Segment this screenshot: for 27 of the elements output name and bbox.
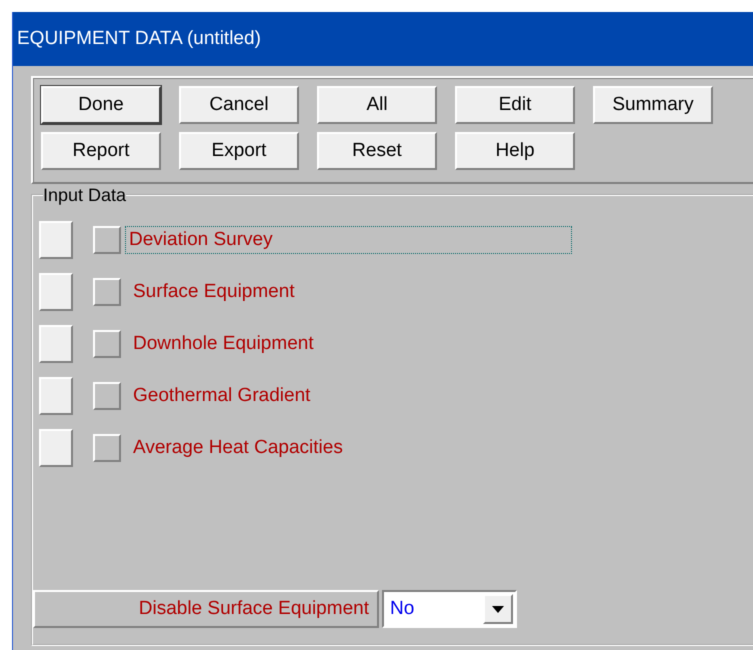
- checkbox[interactable]: [93, 330, 121, 358]
- field-label: Disable Surface Equipment: [33, 590, 379, 628]
- dialog-button[interactable]: Summary: [593, 86, 713, 124]
- input-link[interactable]: Deviation Survey: [125, 226, 572, 254]
- dialog-button[interactable]: Help: [455, 132, 575, 170]
- dialog-button[interactable]: Export: [179, 132, 299, 170]
- dialog-button[interactable]: Report: [41, 132, 161, 170]
- checkbox[interactable]: [93, 226, 121, 254]
- row-button[interactable]: [39, 221, 73, 259]
- dropdown[interactable]: No: [382, 590, 517, 628]
- checkbox[interactable]: [93, 278, 121, 306]
- dialog-button[interactable]: All: [317, 86, 437, 124]
- dialog-button[interactable]: Reset: [317, 132, 437, 170]
- checkbox[interactable]: [93, 382, 121, 410]
- input-link[interactable]: Downhole Equipment: [129, 330, 318, 358]
- window-title: EQUIPMENT DATA (untitled): [17, 28, 261, 50]
- row-button[interactable]: [39, 429, 73, 467]
- row-button[interactable]: [39, 325, 73, 363]
- checkbox[interactable]: [93, 434, 121, 462]
- row-button[interactable]: [39, 273, 73, 311]
- input-link[interactable]: Geothermal Gradient: [129, 382, 314, 410]
- input-link[interactable]: Average Heat Capacities: [129, 434, 347, 462]
- row-button[interactable]: [39, 377, 73, 415]
- dialog-button[interactable]: Done: [41, 86, 161, 124]
- dialog-button[interactable]: Cancel: [179, 86, 299, 124]
- input-link[interactable]: Surface Equipment: [129, 278, 299, 306]
- dialog-button[interactable]: Edit: [455, 86, 575, 124]
